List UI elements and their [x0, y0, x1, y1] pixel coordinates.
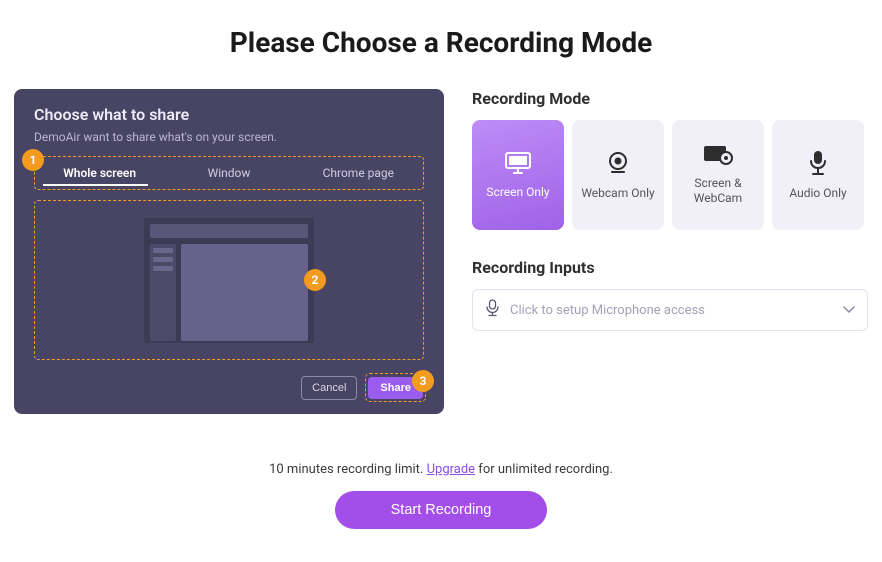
microphone-placeholder: Click to setup Microphone access — [510, 303, 833, 318]
mode-screen-only[interactable]: Screen Only — [472, 120, 564, 230]
mode-label: Webcam Only — [581, 186, 654, 201]
microphone-outline-icon — [485, 299, 500, 321]
step-marker-1: 1 — [22, 149, 44, 171]
mode-label: Audio Only — [789, 186, 846, 201]
start-recording-button[interactable]: Start Recording — [335, 491, 548, 529]
recording-mode-heading: Recording Mode — [472, 89, 868, 108]
webcam-icon — [605, 150, 631, 176]
microphone-icon — [808, 150, 828, 176]
share-dialog-subtitle: DemoAir want to share what's on your scr… — [34, 130, 424, 144]
mode-label: Screen & WebCam — [676, 176, 760, 206]
tab-chrome-page[interactable]: Chrome page — [294, 158, 423, 188]
monitor-icon — [504, 151, 532, 175]
microphone-dropdown[interactable]: Click to setup Microphone access — [472, 289, 868, 331]
mode-label: Screen Only — [486, 185, 549, 200]
recording-mode-options: Screen Only Webcam Only — [472, 120, 868, 230]
step-marker-2: 2 — [304, 269, 326, 291]
screen-thumbnail — [144, 218, 314, 343]
share-dialog: Choose what to share DemoAir want to sha… — [14, 89, 444, 414]
tab-window[interactable]: Window — [164, 158, 293, 188]
step-marker-3: 3 — [412, 370, 434, 392]
active-tab-underline — [43, 184, 148, 186]
mode-audio-only[interactable]: Audio Only — [772, 120, 864, 230]
chevron-down-icon — [843, 303, 855, 318]
share-source-tabs: Whole screen Window Chrome page — [34, 156, 424, 190]
cancel-button[interactable]: Cancel — [301, 376, 357, 400]
recording-inputs-heading: Recording Inputs — [472, 258, 868, 277]
upgrade-link[interactable]: Upgrade — [427, 462, 475, 477]
screen-webcam-icon — [703, 144, 733, 166]
page-title: Please Choose a Recording Mode — [0, 26, 882, 59]
screen-preview-area[interactable] — [34, 200, 424, 360]
mode-webcam-only[interactable]: Webcam Only — [572, 120, 664, 230]
recording-limit-text: 10 minutes recording limit. Upgrade for … — [0, 462, 882, 477]
mode-screen-webcam[interactable]: Screen & WebCam — [672, 120, 764, 230]
share-dialog-title: Choose what to share — [34, 105, 424, 124]
